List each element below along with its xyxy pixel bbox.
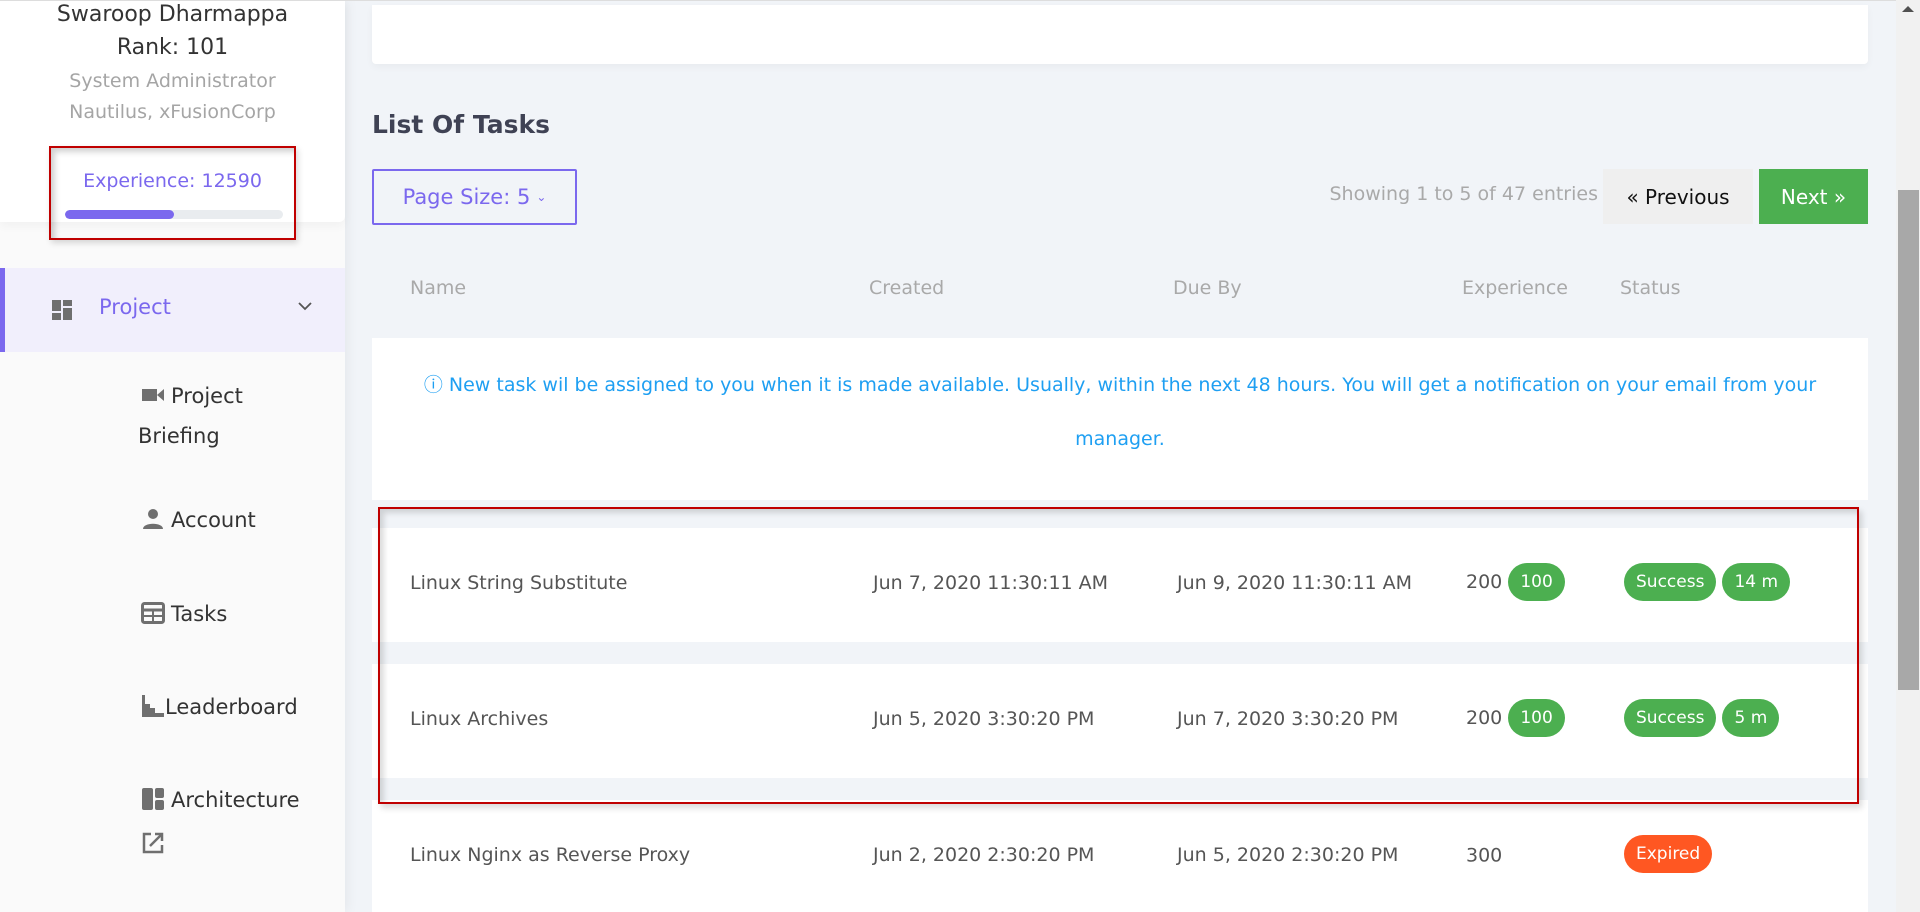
dashboard-icon	[52, 300, 72, 320]
task-status: Success 5 m	[1624, 699, 1780, 737]
open-in-new-icon[interactable]	[141, 831, 165, 855]
info-text: ⓘ New task wil be assigned to you when i…	[423, 374, 1817, 450]
task-created: Jun 7, 2020 11:30:11 AM	[873, 572, 1109, 594]
duration-badge: 14 m	[1722, 563, 1791, 601]
top-border	[0, 0, 1896, 5]
table-row[interactable]: Linux Nginx as Reverse Proxy Jun 2, 2020…	[372, 800, 1868, 912]
bonus-badge: 100	[1508, 699, 1565, 737]
task-due: Jun 5, 2020 2:30:20 PM	[1177, 844, 1399, 866]
task-name: Linux Archives	[410, 708, 549, 730]
task-due: Jun 9, 2020 11:30:11 AM	[1177, 572, 1413, 594]
column-header-created[interactable]: Created	[869, 277, 944, 299]
profile-org: Nautilus, xFusionCorp	[69, 101, 276, 123]
top-card	[372, 5, 1868, 64]
task-created: Jun 2, 2020 2:30:20 PM	[873, 844, 1095, 866]
experience-progress-bar	[65, 210, 283, 219]
status-badge: Expired	[1624, 835, 1713, 873]
previous-button[interactable]: « Previous	[1603, 169, 1753, 224]
sidebar-item-label: Architecture	[171, 788, 300, 812]
profile-name: Swaroop Dharmappa	[56, 2, 289, 27]
task-experience: 300	[1466, 844, 1502, 867]
duration-badge: 5 m	[1722, 699, 1780, 737]
profile-role: System Administrator	[69, 70, 276, 92]
scrollbar[interactable]	[1896, 0, 1920, 912]
page-size-label: Page Size: 5	[402, 185, 531, 209]
sidebar-item-project[interactable]: Project	[0, 268, 345, 352]
videocam-icon	[142, 389, 164, 401]
page-size-dropdown[interactable]: Page Size: 5 ⌄	[372, 169, 577, 225]
table-row[interactable]: Linux String Substitute Jun 7, 2020 11:3…	[372, 528, 1868, 642]
task-status: Expired	[1624, 835, 1713, 873]
bonus-badge: 100	[1508, 563, 1565, 601]
scroll-up-arrow-icon[interactable]	[1902, 6, 1914, 12]
experience-label: Experience: 12590	[83, 170, 262, 192]
experience-value: 200	[1466, 707, 1503, 729]
profile-rank: Rank: 101	[116, 35, 229, 60]
task-name: Linux String Substitute	[410, 572, 628, 594]
experience-value: 300	[1466, 844, 1503, 867]
sidebar-item-label-line2: Briefing	[138, 424, 220, 448]
task-experience: 200 100	[1466, 563, 1565, 601]
sidebar-item-project-label: Project	[99, 295, 171, 319]
chevron-down-icon[interactable]	[295, 296, 315, 316]
sidebar-item-label: Account	[171, 508, 256, 532]
next-button[interactable]: Next »	[1759, 169, 1868, 224]
entries-count: Showing 1 to 5 of 47 entries	[1329, 183, 1599, 205]
experience-progress-fill	[65, 210, 174, 219]
table-icon	[141, 602, 165, 624]
chevron-down-icon: ⌄	[536, 190, 547, 204]
sidebar-item-label: Leaderboard	[165, 695, 298, 719]
experience-value: 200	[1466, 571, 1503, 593]
column-header-due-by[interactable]: Due By	[1173, 277, 1242, 299]
page-title: List Of Tasks	[372, 110, 550, 139]
column-header-experience[interactable]: Experience	[1462, 277, 1568, 299]
sidebar-item-tasks[interactable]: Tasks	[141, 594, 227, 634]
experience-box: Experience: 12590	[49, 146, 296, 240]
task-name: Linux Nginx as Reverse Proxy	[410, 844, 691, 866]
sidebar: Swaroop Dharmappa Rank: 101 System Admin…	[0, 0, 345, 912]
status-badge: Success	[1624, 699, 1717, 737]
sidebar-item-architecture[interactable]: Architecture	[141, 780, 300, 864]
table-row[interactable]: Linux Archives Jun 5, 2020 3:30:20 PM Ju…	[372, 664, 1868, 778]
status-badge: Success	[1624, 563, 1717, 601]
info-notice: ⓘ New task wil be assigned to you when i…	[372, 338, 1868, 500]
column-header-name[interactable]: Name	[410, 277, 466, 299]
scrollbar-thumb[interactable]	[1898, 190, 1919, 690]
task-experience: 200 100	[1466, 699, 1565, 737]
sidebar-item-label: Tasks	[171, 602, 228, 626]
sidebar-item-label: Project	[171, 384, 243, 408]
column-header-status[interactable]: Status	[1620, 277, 1681, 299]
architecture-icon	[142, 788, 164, 810]
leaderboard-icon	[142, 695, 164, 717]
sidebar-item-leaderboard[interactable]: Leaderboard	[141, 687, 298, 727]
person-icon	[143, 509, 163, 529]
sidebar-item-project-briefing[interactable]: Project Briefing	[138, 376, 243, 456]
task-due: Jun 7, 2020 3:30:20 PM	[1177, 708, 1399, 730]
sidebar-item-account[interactable]: Account	[141, 500, 256, 540]
task-created: Jun 5, 2020 3:30:20 PM	[873, 708, 1095, 730]
task-status: Success 14 m	[1624, 563, 1791, 601]
